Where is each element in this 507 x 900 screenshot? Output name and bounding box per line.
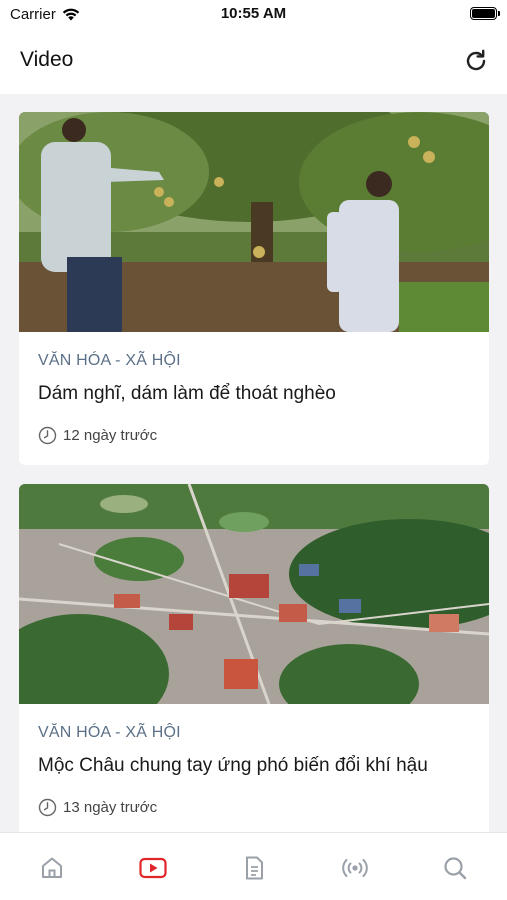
video-thumbnail-town-aerial[interactable] <box>19 484 489 704</box>
video-category: VĂN HÓA - XÃ HỘI <box>38 352 181 369</box>
video-age: 13 ngày trước <box>63 799 158 816</box>
video-title[interactable]: Dám nghĩ, dám làm để thoát nghèo <box>38 383 336 405</box>
clock-icon <box>38 798 57 817</box>
tab-bar <box>0 832 507 900</box>
video-play-icon <box>139 857 167 879</box>
tab-search[interactable] <box>440 853 470 883</box>
status-time: 10:55 AM <box>220 5 287 22</box>
refresh-icon[interactable] <box>463 48 489 74</box>
video-card[interactable]: VĂN HÓA - XÃ HỘI Mộc Châu chung tay ứng … <box>19 484 489 832</box>
document-icon <box>246 856 263 880</box>
video-thumbnail-farmers[interactable] <box>19 112 489 332</box>
video-meta: 12 ngày trước <box>38 426 157 445</box>
tab-video[interactable] <box>138 853 168 883</box>
video-feed[interactable]: VĂN HÓA - XÃ HỘI Dám nghĩ, dám làm để th… <box>0 94 507 832</box>
page-title: Video <box>20 48 74 71</box>
video-meta: 13 ngày trước <box>38 798 157 817</box>
tab-news[interactable] <box>239 853 269 883</box>
tab-radio[interactable] <box>340 853 370 883</box>
search-icon <box>444 857 467 880</box>
status-bar: Carrier 10:55 AM <box>0 0 507 28</box>
video-title[interactable]: Mộc Châu chung tay ứng phó biến đổi khí … <box>38 755 428 777</box>
home-icon <box>42 857 62 878</box>
video-card[interactable]: VĂN HÓA - XÃ HỘI Dám nghĩ, dám làm để th… <box>19 112 489 465</box>
battery-icon <box>470 7 500 20</box>
clock-icon <box>38 426 57 445</box>
nav-header: Video <box>0 28 507 94</box>
video-age: 12 ngày trước <box>63 427 158 444</box>
broadcast-icon <box>342 859 368 877</box>
video-category: VĂN HÓA - XÃ HỘI <box>38 724 181 741</box>
tab-home[interactable] <box>37 853 67 883</box>
